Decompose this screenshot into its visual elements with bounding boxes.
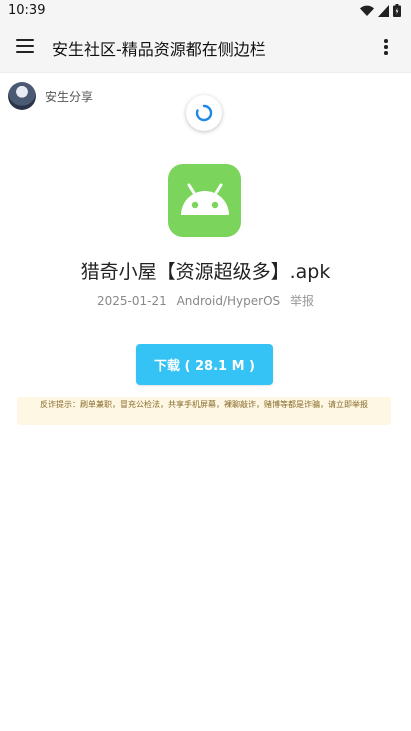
status-bar: 10:39 xyxy=(0,0,411,22)
report-link[interactable]: 举报 xyxy=(290,294,314,308)
status-icons xyxy=(360,4,401,17)
refresh-spinner-icon xyxy=(195,104,213,122)
menu-icon[interactable] xyxy=(16,39,34,53)
author-name[interactable]: 安生分享 xyxy=(45,88,93,105)
author-info[interactable]: 安生分享 xyxy=(8,82,93,110)
loading-spinner xyxy=(186,95,222,131)
signal-icon xyxy=(378,4,389,17)
android-robot-icon xyxy=(180,183,229,215)
app-bar: 安生社区-精品资源都在侧边栏 xyxy=(0,22,411,73)
status-time: 10:39 xyxy=(8,3,46,18)
file-meta: 2025-01-21 Android/HyperOS 举报 xyxy=(0,292,411,309)
battery-icon xyxy=(393,4,401,17)
android-app-icon xyxy=(168,164,241,237)
wifi-icon xyxy=(360,5,374,16)
anti-fraud-notice: 反诈提示：刷单兼职，冒充公检法，共享手机屏幕，裸聊敲诈，赌博等都是诈骗，请立即举… xyxy=(17,397,391,425)
file-name: 猎奇小屋【资源超级多】.apk xyxy=(80,261,331,283)
avatar[interactable] xyxy=(8,82,36,110)
more-options-icon[interactable] xyxy=(383,39,389,55)
download-button[interactable]: 下载 ( 28.1 M ) xyxy=(136,344,273,385)
page-title: 安生社区-精品资源都在侧边栏 xyxy=(52,40,266,59)
platform-label: Android/HyperOS xyxy=(176,294,281,308)
upload-date: 2025-01-21 xyxy=(97,294,167,308)
